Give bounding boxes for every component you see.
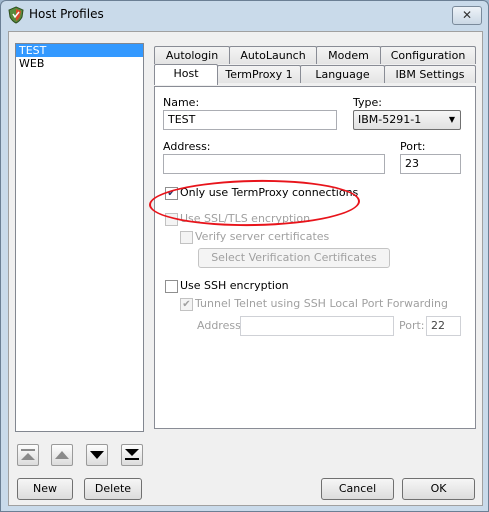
type-select[interactable]: IBM-5291-1 ▼ (353, 110, 461, 130)
tab-termproxy-1[interactable]: TermProxy 1 (217, 65, 301, 83)
termproxy-checkbox[interactable]: ✔ (165, 187, 178, 200)
ssh-label: Use SSH encryption (180, 279, 289, 292)
type-label: Type: (353, 96, 382, 109)
verify-cert-label: Verify server certificates (195, 230, 330, 243)
port-label: Port: (400, 140, 426, 153)
ssh-checkbox[interactable] (165, 280, 178, 293)
ssh-address-field[interactable] (240, 316, 394, 336)
tab-autologin[interactable]: Autologin (154, 46, 230, 64)
address-field[interactable] (163, 154, 385, 174)
move-to-bottom-button[interactable] (121, 444, 143, 466)
move-down-icon (90, 451, 104, 459)
move-up-icon (55, 451, 69, 459)
move-to-top-icon (21, 449, 35, 460)
app-shield-icon (8, 6, 24, 24)
move-up-button[interactable] (51, 444, 73, 466)
ssh-port-label: Port: (399, 319, 425, 332)
window-title: Host Profiles (29, 7, 104, 21)
move-down-button[interactable] (86, 444, 108, 466)
profile-item-test[interactable]: TEST (16, 44, 143, 57)
chevron-down-icon: ▼ (448, 115, 455, 124)
select-verification-certificates-button[interactable]: Select Verification Certificates (198, 248, 390, 268)
tunnel-label: Tunnel Telnet using SSH Local Port Forwa… (195, 297, 449, 310)
cancel-button[interactable]: Cancel (321, 478, 394, 500)
dialog-client-area: TEST WEB New Delete Cancel OK Autologin … (8, 31, 483, 506)
profile-list[interactable]: TEST WEB (15, 43, 144, 432)
termproxy-label: Only use TermProxy connections (180, 186, 359, 199)
ssh-address-label: Address: (197, 319, 245, 332)
ssl-label: Use SSL/TLS encryption (180, 212, 311, 225)
move-to-top-button[interactable] (17, 444, 39, 466)
profile-item-web[interactable]: WEB (16, 57, 143, 70)
move-to-bottom-icon (125, 449, 139, 460)
tab-ibm-settings[interactable]: IBM Settings (384, 65, 476, 83)
tab-language[interactable]: Language (300, 65, 385, 83)
title-bar: Host Profiles ✕ (1, 1, 488, 29)
name-field[interactable]: TEST (163, 110, 337, 130)
verify-cert-checkbox[interactable] (180, 231, 193, 244)
address-label: Address: (163, 140, 211, 153)
port-field[interactable]: 23 (400, 154, 461, 174)
checkmark-icon: ✔ (182, 299, 191, 310)
ok-button[interactable]: OK (402, 478, 475, 500)
tab-configuration[interactable]: Configuration (380, 46, 476, 64)
tab-modem[interactable]: Modem (316, 46, 381, 64)
ssl-checkbox[interactable] (165, 213, 178, 226)
delete-button[interactable]: Delete (84, 478, 142, 500)
close-button[interactable]: ✕ (452, 6, 482, 25)
type-select-value: IBM-5291-1 (358, 113, 422, 126)
checkmark-icon: ✔ (167, 188, 176, 199)
name-label: Name: (163, 96, 200, 109)
tunnel-checkbox[interactable]: ✔ (180, 298, 193, 311)
host-profiles-window: Host Profiles ✕ TEST WEB New Delete Canc… (0, 0, 489, 512)
close-icon: ✕ (461, 8, 473, 22)
tab-host[interactable]: Host (154, 64, 218, 85)
new-button[interactable]: New (17, 478, 73, 500)
tab-autolaunch[interactable]: AutoLaunch (229, 46, 317, 64)
ssh-port-field[interactable]: 22 (426, 316, 461, 336)
